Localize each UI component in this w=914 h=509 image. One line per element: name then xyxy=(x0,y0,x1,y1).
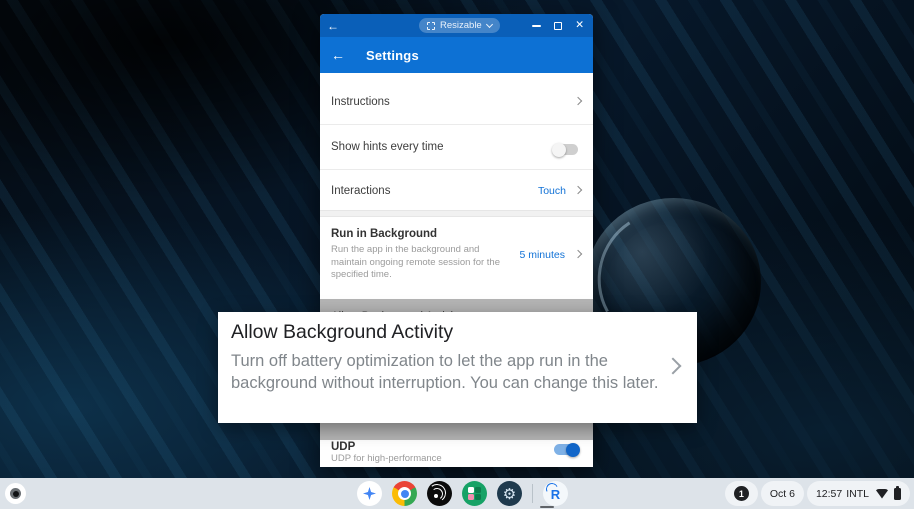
notification-counter[interactable]: 1 xyxy=(725,481,758,506)
network-label: INTL xyxy=(846,488,869,500)
maximize-button[interactable] xyxy=(554,22,562,30)
settings-back-button[interactable]: ← xyxy=(331,47,351,63)
chevron-right-icon xyxy=(574,186,582,194)
minimize-button[interactable] xyxy=(532,25,541,27)
close-button[interactable]: ✕ xyxy=(575,20,584,31)
popup-description: Turn off battery optimization to let the… xyxy=(231,350,669,394)
row-show-hints[interactable]: Show hints every time xyxy=(320,125,593,169)
magnifier-popup-allow-background-activity[interactable]: Allow Background Activity Turn off batte… xyxy=(218,312,697,423)
launcher-icon[interactable] xyxy=(357,481,382,506)
run-in-background-value: 5 minutes xyxy=(519,249,565,261)
instructions-label: Instructions xyxy=(331,96,390,108)
popup-title: Allow Background Activity xyxy=(231,321,453,344)
settings-appbar: ← Settings xyxy=(320,37,593,73)
chrome-icon[interactable] xyxy=(392,481,417,506)
chevron-down-icon xyxy=(486,20,493,27)
remote-app-icon[interactable]: R xyxy=(543,481,568,506)
window-controls: ✕ xyxy=(532,14,584,37)
interactions-value: Touch xyxy=(538,185,566,197)
resize-icon xyxy=(427,22,435,30)
launcher-spark-icon xyxy=(363,487,376,500)
window-back-button[interactable]: ← xyxy=(320,19,346,33)
shelf-separator xyxy=(532,484,533,503)
page-title: Settings xyxy=(366,48,419,63)
chevron-right-icon xyxy=(574,97,582,105)
toggle-knob xyxy=(552,143,566,157)
wifi-icon xyxy=(876,489,888,499)
corner-dot-icon xyxy=(13,491,19,497)
chevron-right-icon xyxy=(574,250,582,258)
row-instructions[interactable]: Instructions xyxy=(320,73,593,124)
row-interactions[interactable]: Interactions Touch xyxy=(320,170,593,210)
show-hints-label: Show hints every time xyxy=(331,141,444,153)
udp-toggle[interactable] xyxy=(554,444,578,455)
apps-grid-icon[interactable] xyxy=(462,481,487,506)
shelf-corner-button[interactable] xyxy=(5,483,26,504)
time-label: 12:57 xyxy=(816,488,842,500)
run-in-background-title: Run in Background xyxy=(331,228,437,240)
system-status-area[interactable]: 12:57 INTL xyxy=(807,481,910,506)
row-udp[interactable]: UDP UDP for high-performance xyxy=(320,440,593,467)
date-label: Oct 6 xyxy=(770,488,795,500)
battery-icon xyxy=(894,488,901,500)
active-app-indicator xyxy=(540,506,554,509)
broadcast-app-icon[interactable] xyxy=(427,481,452,506)
status-tray: 1 Oct 6 12:57 INTL xyxy=(725,481,910,506)
date-chip[interactable]: Oct 6 xyxy=(761,481,804,506)
resizable-label: Resizable xyxy=(440,20,482,31)
chromeos-desktop: ← Resizable ✕ ← Settings Instructions xyxy=(0,0,914,509)
resizable-dropdown-button[interactable]: Resizable xyxy=(419,18,500,33)
run-in-background-description: Run the app in the background and mainta… xyxy=(331,244,503,282)
interactions-label: Interactions xyxy=(331,185,390,197)
toggle-knob xyxy=(566,443,580,457)
broadcast-arc xyxy=(427,483,447,503)
row-run-in-background[interactable]: Run in Background Run the app in the bac… xyxy=(320,217,593,299)
grid-squares xyxy=(468,487,482,501)
section-divider xyxy=(320,210,593,217)
window-caption-bar: ← Resizable ✕ xyxy=(320,14,593,37)
notification-badge: 1 xyxy=(734,486,749,501)
udp-description: UDP for high-performance xyxy=(331,453,442,466)
udp-title: UDP xyxy=(331,441,355,453)
show-hints-toggle[interactable] xyxy=(554,144,578,155)
shelf-app-icons: ⚙ R xyxy=(357,481,568,506)
settings-gear-icon[interactable]: ⚙ xyxy=(497,481,522,506)
corner-ring-icon xyxy=(10,488,21,499)
